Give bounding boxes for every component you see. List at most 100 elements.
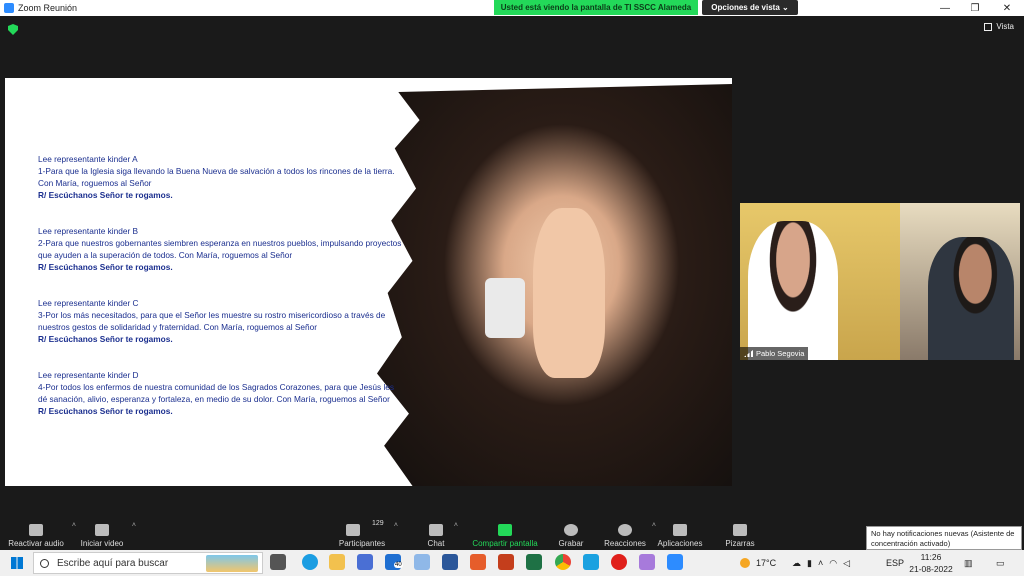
teams-icon[interactable] bbox=[639, 554, 655, 570]
close-button[interactable]: ✕ bbox=[992, 0, 1022, 16]
microphone-muted-icon bbox=[29, 524, 43, 536]
language-label: ESP bbox=[886, 558, 905, 568]
participant-name: Pablo Segovia bbox=[756, 349, 805, 358]
mail-icon[interactable]: 40 bbox=[385, 554, 403, 570]
apps-icon bbox=[673, 524, 687, 536]
chevron-down-icon: ⌄ bbox=[779, 3, 789, 12]
prayer-response: R/ Escúchanos Señor te rogamos. bbox=[38, 190, 173, 200]
language-indicator[interactable]: ESP bbox=[886, 550, 904, 576]
search-icon bbox=[40, 558, 49, 568]
cloud-icon[interactable]: ☁ bbox=[792, 558, 801, 569]
participant-name-tag: Pablo Segovia bbox=[740, 347, 809, 360]
participant-man bbox=[928, 237, 1014, 360]
prayer-block: Lee representante kinder D 4-Por todos l… bbox=[38, 369, 403, 417]
share-screen-button[interactable]: Compartir pantalla bbox=[471, 518, 539, 548]
participants-icon bbox=[346, 524, 360, 536]
view-options-label: Opciones de vista bbox=[711, 3, 780, 12]
office-icon[interactable] bbox=[470, 554, 486, 570]
participants-count: 129 bbox=[372, 520, 384, 527]
reactions-button[interactable]: Reacciones ˄ bbox=[604, 518, 656, 548]
widgets-icon[interactable]: ▥ bbox=[964, 550, 973, 576]
chevron-up-icon[interactable]: ˄ bbox=[72, 522, 76, 529]
whiteboards-button[interactable]: Pizarras bbox=[724, 518, 756, 548]
notification-tooltip: No hay notificaciones nuevas (Asistente … bbox=[866, 526, 1022, 550]
whiteboards-label: Pizarras bbox=[725, 539, 755, 548]
search-highlight-image bbox=[206, 555, 258, 572]
paint-icon[interactable] bbox=[414, 554, 430, 570]
prayer-block: Lee representante kinder A 1-Para que la… bbox=[38, 153, 403, 201]
participants-label: Participantes bbox=[338, 539, 386, 548]
apps-button[interactable]: Aplicaciones bbox=[656, 518, 704, 548]
clock-date: 21-08-2022 bbox=[909, 564, 953, 574]
prayer-reader: Lee representante kinder A bbox=[38, 154, 138, 164]
wifi-icon[interactable]: ◠ bbox=[829, 558, 837, 569]
powerpoint-icon[interactable] bbox=[498, 554, 514, 570]
prayer-response: R/ Escúchanos Señor te rogamos. bbox=[38, 334, 173, 344]
mail-badge: 40 bbox=[394, 562, 403, 568]
minimize-button[interactable]: — bbox=[930, 0, 960, 16]
praying-hands bbox=[533, 208, 605, 378]
chat-label: Chat bbox=[427, 539, 445, 548]
view-options-button[interactable]: Opciones de vista ⌄ bbox=[702, 0, 798, 15]
weather-widget[interactable]: 17°C bbox=[740, 550, 776, 576]
encryption-shield-icon[interactable] bbox=[8, 24, 18, 35]
zoom-app-icon bbox=[4, 3, 14, 13]
windows-taskbar: Escribe aquí para buscar 40 17°C ☁ ▮ ˄ ◠… bbox=[0, 550, 1024, 576]
chevron-up-icon[interactable]: ˄ bbox=[818, 558, 823, 568]
prayer-text: 4-Por todos los enfermos de nuestra comu… bbox=[38, 382, 395, 404]
unmute-label: Reactivar audio bbox=[8, 539, 64, 548]
prayer-list: Lee representante kinder A 1-Para que la… bbox=[38, 153, 403, 441]
edge-icon[interactable] bbox=[302, 554, 318, 570]
share-screen-label: Compartir pantalla bbox=[472, 539, 538, 548]
battery-icon[interactable]: ▮ bbox=[807, 558, 812, 569]
prayer-block: Lee representante kinder B 2-Para que nu… bbox=[38, 225, 403, 273]
word-icon[interactable] bbox=[442, 554, 458, 570]
chevron-up-icon[interactable]: ˄ bbox=[132, 522, 136, 529]
app-icon[interactable] bbox=[583, 554, 599, 570]
prayer-text: 1-Para que la Iglesia siga llevando la B… bbox=[38, 166, 395, 188]
notification-center-icon[interactable]: ▭ bbox=[996, 550, 1005, 576]
maximize-button[interactable]: ❐ bbox=[960, 0, 990, 16]
photo-mask-detail bbox=[485, 278, 525, 338]
prayer-response: R/ Escúchanos Señor te rogamos. bbox=[38, 262, 173, 272]
sharing-banner: Usted está viendo la pantalla de TI SSCC… bbox=[494, 0, 698, 15]
participants-button[interactable]: 129 Participantes ˄ bbox=[336, 518, 398, 548]
apps-label: Aplicaciones bbox=[657, 539, 703, 548]
store-icon[interactable] bbox=[357, 554, 373, 570]
taskbar-clock[interactable]: 11:26 21-08-2022 bbox=[908, 551, 954, 575]
sun-icon bbox=[740, 558, 750, 568]
camera-off-icon bbox=[95, 524, 109, 536]
signal-bars-icon bbox=[744, 350, 753, 357]
unmute-button[interactable]: Reactivar audio ˄ bbox=[6, 518, 76, 548]
search-placeholder: Escribe aquí para buscar bbox=[57, 557, 169, 569]
view-button[interactable]: Vista bbox=[984, 22, 1014, 31]
chrome-icon[interactable] bbox=[555, 554, 571, 570]
excel-icon[interactable] bbox=[526, 554, 542, 570]
chat-bubble-icon bbox=[429, 524, 443, 536]
chevron-up-icon[interactable]: ˄ bbox=[454, 522, 458, 529]
windows-start-icon[interactable] bbox=[11, 557, 23, 569]
record-button[interactable]: Grabar bbox=[556, 518, 586, 548]
prayer-block: Lee representante kinder C 3-Por los más… bbox=[38, 297, 403, 345]
system-tray: ☁ ▮ ˄ ◠ ◁ bbox=[792, 550, 850, 576]
prayer-reader: Lee representante kinder C bbox=[38, 298, 139, 308]
temperature-value: 17°C bbox=[756, 558, 777, 568]
speaker-icon[interactable]: ◁ bbox=[843, 558, 850, 569]
chevron-up-icon[interactable]: ˄ bbox=[394, 522, 398, 529]
record-label: Grabar bbox=[558, 539, 584, 548]
participant-video-tile[interactable]: Pablo Segovia bbox=[740, 203, 1020, 360]
start-video-button[interactable]: Iniciar video ˄ bbox=[78, 518, 136, 548]
window-title: Zoom Reunión bbox=[18, 3, 78, 13]
prayer-reader: Lee representante kinder B bbox=[38, 226, 139, 236]
opera-icon[interactable] bbox=[611, 554, 627, 570]
task-view-icon[interactable] bbox=[270, 554, 286, 570]
reactions-label: Reacciones bbox=[604, 539, 646, 548]
chat-button[interactable]: Chat ˄ bbox=[424, 518, 458, 548]
taskbar-search[interactable]: Escribe aquí para buscar bbox=[33, 552, 263, 574]
share-screen-icon bbox=[498, 524, 512, 536]
view-grid-icon bbox=[984, 22, 993, 31]
file-explorer-icon[interactable] bbox=[329, 554, 345, 570]
smiley-icon bbox=[618, 524, 632, 536]
prayer-reader: Lee representante kinder D bbox=[38, 370, 139, 380]
zoom-taskbar-icon[interactable] bbox=[667, 554, 683, 570]
